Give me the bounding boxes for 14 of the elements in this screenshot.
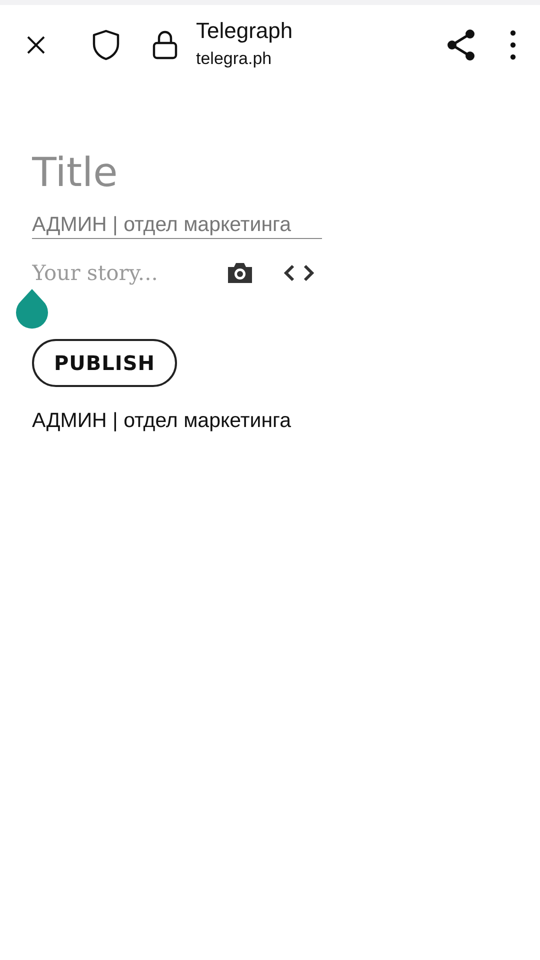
code-icon[interactable] [283,263,315,283]
camera-icon[interactable] [226,261,254,285]
menu-icon[interactable] [510,30,516,60]
author-text: АДМИН | отдел маркетинга [32,409,291,433]
page-url: telegra.ph [196,48,273,68]
shield-icon[interactable] [92,29,120,61]
lock-icon [152,29,178,61]
close-icon[interactable] [26,35,46,55]
publish-button[interactable]: PUBLISH [32,339,177,387]
author-field[interactable]: АДМИН | отдел маркетинга [32,213,322,239]
cursor-handle-icon[interactable] [16,289,48,329]
page-title: Telegraph [196,18,294,44]
story-field[interactable]: Your story... [32,257,212,289]
share-icon[interactable] [446,29,476,61]
